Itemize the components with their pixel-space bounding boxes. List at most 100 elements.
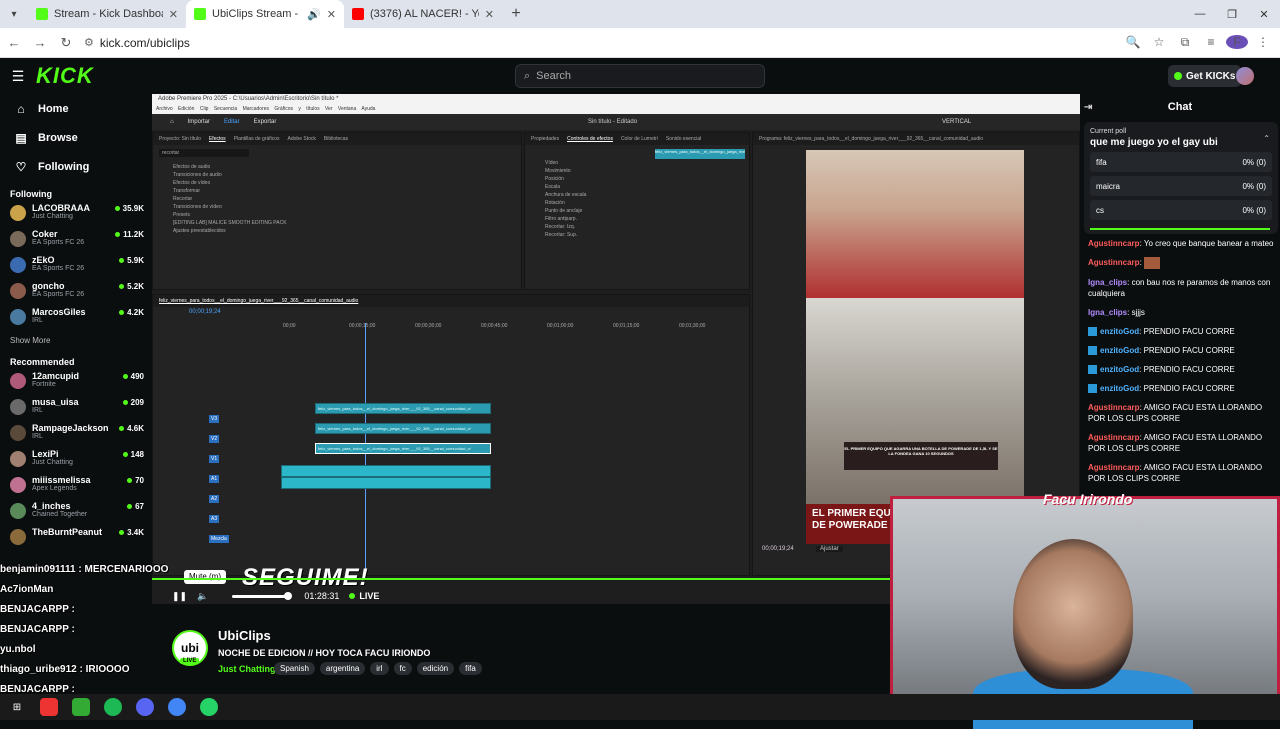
browser-tab-youtube[interactable]: (3376) AL NACER! - YouTube ✕	[344, 0, 502, 28]
chat-username[interactable]: enzitoGod	[1100, 384, 1139, 393]
chat-username[interactable]: enzitoGod	[1100, 365, 1139, 374]
track-header[interactable]: Mezcla	[209, 527, 229, 543]
new-tab-button[interactable]: +	[502, 5, 530, 23]
channel-item[interactable]: RampageJackson IRL 4.6K	[0, 421, 152, 447]
fx-property[interactable]: Movimiento	[525, 167, 749, 175]
channel-item[interactable]: Coker EA Sports FC 26 11.2K	[0, 227, 152, 253]
effects-tree-item[interactable]: Transformar	[153, 187, 521, 195]
browser-tab-dashboard[interactable]: Stream - Kick Dashboard ✕	[28, 0, 186, 28]
media-icon[interactable]: ≡	[1200, 35, 1222, 50]
close-tab-icon[interactable]: ✕	[327, 8, 336, 21]
effects-tree-item[interactable]: Transiciones de audio	[153, 171, 521, 179]
nav-home[interactable]: ⌂ Home	[0, 94, 152, 123]
chevron-up-icon[interactable]: ⌃	[1263, 134, 1270, 143]
effects-tree-item[interactable]: Efectos de vídeo	[153, 179, 521, 187]
volume-slider[interactable]	[232, 591, 293, 600]
nav-browse[interactable]: ▤ Browse	[0, 123, 152, 152]
chrome-icon[interactable]	[168, 698, 186, 716]
channel-item[interactable]: goncho EA Sports FC 26 5.2K	[0, 279, 152, 305]
collapse-chat-icon[interactable]: ⇥	[1084, 102, 1092, 113]
channel-item[interactable]: 12amcupid Fortnite 490	[0, 369, 152, 395]
effects-tree-item[interactable]: Efectos de audio	[153, 163, 521, 171]
windows-start-icon[interactable]: ⊞	[8, 698, 26, 716]
chat-username[interactable]: enzitoGod	[1100, 346, 1139, 355]
channel-item[interactable]: LACOBRAAA Just Chatting 35.9K	[0, 201, 152, 227]
chat-username[interactable]: Agustinncarp	[1088, 258, 1140, 267]
chat-username[interactable]: Agustinncarp	[1088, 403, 1140, 412]
effects-tree-item[interactable]: Recortar	[153, 195, 521, 203]
track-header[interactable]: A3	[209, 507, 220, 523]
chat-username[interactable]: Agustinncarp	[1088, 433, 1140, 442]
extensions-icon[interactable]: ⧉	[1174, 35, 1196, 50]
whatsapp-icon[interactable]	[200, 698, 218, 716]
clip-a1[interactable]	[281, 465, 491, 477]
stream-tag[interactable]: Spanish	[274, 662, 315, 675]
fx-property[interactable]: Vídeo	[525, 159, 749, 167]
track-header[interactable]: V1	[209, 447, 220, 463]
stream-tag[interactable]: irl	[370, 662, 389, 675]
channel-item[interactable]: LexiPi Just Chatting 148	[0, 447, 152, 473]
effects-tree-item[interactable]: [EDITING LAB] MALICE SMOOTH EDITING PACK	[153, 219, 521, 227]
discord-icon[interactable]	[136, 698, 154, 716]
menu-icon[interactable]: ⋮	[1252, 35, 1274, 50]
track-header[interactable]: A1	[209, 467, 220, 483]
channel-item[interactable]: TheBurntPeanut 3.4K	[0, 525, 152, 551]
poll-option[interactable]: fifa 0% (0)	[1090, 152, 1272, 172]
chat-username[interactable]: Agustinncarp	[1088, 463, 1140, 472]
forward-icon[interactable]: →	[28, 35, 52, 50]
channel-item[interactable]: MarcosGiles IRL 4.2K	[0, 305, 152, 331]
fx-property[interactable]: Posición	[525, 175, 749, 183]
spotify-icon[interactable]	[104, 698, 122, 716]
channel-item[interactable]: 4_inches Chained Together 67	[0, 499, 152, 525]
hamburger-menu-icon[interactable]: ☰	[0, 68, 36, 85]
effects-tree-item[interactable]: Transiciones de vídeo	[153, 203, 521, 211]
fx-property[interactable]: Recortar: Sup.	[525, 231, 749, 239]
close-window-icon[interactable]: ✕	[1248, 8, 1280, 21]
get-kicks-button[interactable]: Get KICKs	[1168, 65, 1242, 87]
fx-property[interactable]: Recortar: Izq.	[525, 223, 749, 231]
search-input[interactable]: ⌕ Search	[515, 64, 765, 88]
clip-v1[interactable]: feliz_viernes_para_todos__el_domingo_jue…	[315, 443, 491, 454]
stream-tag[interactable]: fifa	[459, 662, 482, 675]
fx-property[interactable]: Anchura de escala	[525, 191, 749, 199]
close-tab-icon[interactable]: ✕	[485, 8, 494, 21]
profile-icon[interactable]: F	[1226, 35, 1248, 50]
track-header[interactable]: V3	[209, 407, 220, 423]
back-icon[interactable]: ←	[2, 35, 26, 50]
app-icon[interactable]	[40, 698, 58, 716]
fx-property[interactable]: Rotación	[525, 199, 749, 207]
chat-username[interactable]: Igna_clips	[1088, 278, 1127, 287]
zoom-icon[interactable]: 🔍	[1122, 35, 1144, 50]
channel-name[interactable]: UbiClips	[218, 628, 271, 643]
chat-username[interactable]: Igna_clips	[1088, 308, 1127, 317]
restore-icon[interactable]: ❐	[1216, 8, 1248, 21]
stream-tag[interactable]: fc	[393, 662, 412, 675]
bookmark-icon[interactable]: ☆	[1148, 35, 1170, 50]
kick-logo[interactable]: KICK	[36, 63, 94, 89]
channel-item[interactable]: miiissmelissa Apex Legends 70	[0, 473, 152, 499]
fx-property[interactable]: Escala	[525, 183, 749, 191]
poll-option[interactable]: cs 0% (0)	[1090, 200, 1272, 220]
fx-property[interactable]: Punto de anclaje	[525, 207, 749, 215]
clip-v2[interactable]: feliz_viernes_para_todos__el_domingo_jue…	[315, 423, 491, 434]
show-more-button[interactable]: Show More	[0, 331, 152, 349]
track-header[interactable]: A2	[209, 487, 220, 503]
effects-tree-item[interactable]: Ajustes preestablecidos	[153, 227, 521, 235]
user-avatar[interactable]	[1236, 67, 1254, 85]
channel-item[interactable]: musa_uisa IRL 209	[0, 395, 152, 421]
effects-tree-item[interactable]: Presets	[153, 211, 521, 219]
chat-username[interactable]: enzitoGod	[1100, 327, 1139, 336]
close-tab-icon[interactable]: ✕	[169, 8, 178, 21]
chat-username[interactable]: Agustinncarp	[1088, 239, 1140, 248]
stream-tag[interactable]: edición	[416, 662, 455, 675]
clip-v3[interactable]: feliz_viernes_para_todos__el_domingo_jue…	[315, 403, 491, 414]
minimize-icon[interactable]: —	[1184, 8, 1216, 21]
nav-following[interactable]: ♡ Following	[0, 152, 152, 181]
tab-search-icon[interactable]: ▾	[0, 0, 28, 28]
app-icon[interactable]	[72, 698, 90, 716]
poll-option[interactable]: maicra 0% (0)	[1090, 176, 1272, 196]
track-header[interactable]: V2	[209, 427, 220, 443]
browser-tab-ubiclips[interactable]: UbiClips Stream - Watch Li 🔊 ✕	[186, 0, 344, 28]
reload-icon[interactable]: ↻	[54, 35, 78, 51]
site-info-icon[interactable]: ⚙	[84, 36, 94, 49]
